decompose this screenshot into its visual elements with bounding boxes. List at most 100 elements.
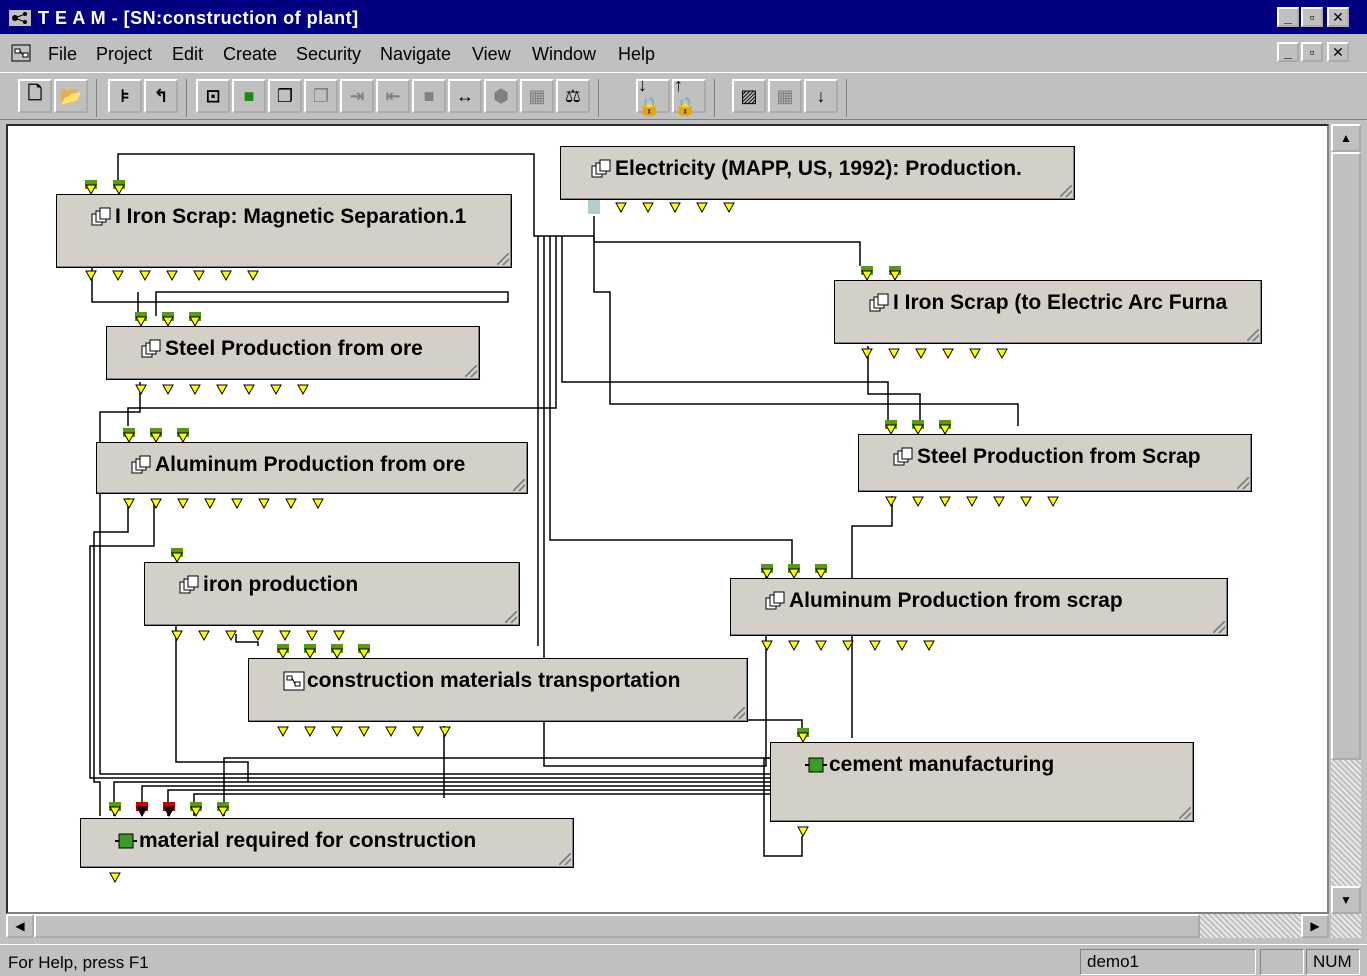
- flow-port-icon[interactable]: [938, 492, 952, 510]
- node-steel-production-scrap[interactable]: Steel Production from Scrap: [858, 434, 1252, 492]
- flow-port-icon[interactable]: [814, 564, 828, 582]
- flow-port-icon[interactable]: [787, 636, 801, 654]
- node-aluminum-production-ore[interactable]: Aluminum Production from ore: [96, 442, 528, 494]
- new-icon[interactable]: 🗋: [18, 79, 52, 113]
- flow-port-icon[interactable]: [992, 492, 1006, 510]
- flow-port-icon[interactable]: [219, 266, 233, 284]
- error-port-icon[interactable]: [135, 802, 149, 820]
- node-cement-manufacturing[interactable]: cement manufacturing: [770, 742, 1194, 822]
- node-electricity[interactable]: Electricity (MAPP, US, 1992): Production…: [560, 146, 1075, 200]
- span-icon[interactable]: ↔: [448, 79, 482, 113]
- flow-port-icon[interactable]: [641, 198, 655, 216]
- flow-port-icon[interactable]: [134, 312, 148, 330]
- flow-port-icon[interactable]: [695, 198, 709, 216]
- flow-port-icon[interactable]: [176, 428, 190, 446]
- flow-port-icon[interactable]: [84, 180, 98, 198]
- flow-port-icon[interactable]: [251, 626, 265, 644]
- flow-port-icon[interactable]: [860, 266, 874, 284]
- resize-grip[interactable]: [497, 253, 509, 265]
- menu-view[interactable]: View: [472, 44, 511, 65]
- input-arrow-icon[interactable]: ⇥: [340, 79, 374, 113]
- flow-port-icon[interactable]: [1046, 492, 1060, 510]
- resize-grip[interactable]: [1237, 477, 1249, 489]
- vertical-scroll-track[interactable]: [1331, 760, 1361, 886]
- vertical-scroll-thumb[interactable]: [1331, 152, 1361, 760]
- resize-grip[interactable]: [1247, 329, 1259, 341]
- flow-port-icon[interactable]: [176, 494, 190, 512]
- flow-port-icon[interactable]: [257, 494, 271, 512]
- error-port-icon[interactable]: [162, 802, 176, 820]
- flow-port-icon[interactable]: [149, 494, 163, 512]
- scroll-up-icon[interactable]: ▲: [1331, 124, 1361, 152]
- flow-port-icon[interactable]: [332, 626, 346, 644]
- flow-port-icon[interactable]: [203, 494, 217, 512]
- flow-port-icon[interactable]: [84, 266, 98, 284]
- resize-grip[interactable]: [559, 853, 571, 865]
- flow-port-icon[interactable]: [189, 802, 203, 820]
- doc-restore-button[interactable]: ▫: [1301, 42, 1323, 62]
- flow-port-icon[interactable]: [411, 722, 425, 740]
- resize-grip[interactable]: [733, 707, 745, 719]
- flow-port-icon[interactable]: [149, 428, 163, 446]
- horizontal-scroll-thumb[interactable]: [34, 914, 1200, 938]
- menu-navigate[interactable]: Navigate: [380, 44, 451, 65]
- flow-port-icon[interactable]: [303, 644, 317, 662]
- flow-port-icon[interactable]: [276, 644, 290, 662]
- flow-port-icon[interactable]: [242, 380, 256, 398]
- stack-icon[interactable]: ❐: [268, 79, 302, 113]
- flow-port-icon[interactable]: [122, 494, 136, 512]
- close-button[interactable]: ✕: [1327, 7, 1349, 27]
- maximize-button[interactable]: ▫: [1301, 7, 1323, 27]
- vertical-scrollbar[interactable]: ▲ ▼: [1331, 124, 1361, 914]
- flow-port-icon[interactable]: [278, 626, 292, 644]
- flow-port-icon[interactable]: [796, 728, 810, 746]
- flow-port-icon[interactable]: [938, 420, 952, 438]
- flow-port-icon[interactable]: [303, 722, 317, 740]
- lock-down-icon[interactable]: ↓🔒: [636, 75, 670, 116]
- flow-port-icon[interactable]: [311, 494, 325, 512]
- balance-icon[interactable]: ⚖: [556, 79, 590, 113]
- menu-window[interactable]: Window: [532, 44, 596, 65]
- scroll-down-icon[interactable]: ▼: [1331, 886, 1361, 914]
- flow-port-icon[interactable]: [284, 494, 298, 512]
- open-icon[interactable]: 📂: [54, 79, 88, 113]
- flow-port-icon[interactable]: [887, 344, 901, 362]
- flow-port-icon[interactable]: [888, 266, 902, 284]
- resize-grip[interactable]: [465, 365, 477, 377]
- team-app-icon[interactable]: [8, 8, 32, 28]
- flow-port-icon[interactable]: [965, 492, 979, 510]
- flow-port-icon[interactable]: [941, 344, 955, 362]
- flow-port-icon[interactable]: [922, 636, 936, 654]
- chart-icon[interactable]: ▨: [732, 79, 766, 113]
- process-canvas[interactable]: Electricity (MAPP, US, 1992): Production…: [6, 124, 1329, 914]
- node-iron-production[interactable]: iron production: [144, 562, 520, 626]
- flow-port-icon[interactable]: [192, 266, 206, 284]
- flow-port-icon[interactable]: [868, 636, 882, 654]
- scroll-right-icon[interactable]: ▶: [1301, 914, 1329, 938]
- flow-port-icon[interactable]: [911, 420, 925, 438]
- flow-port-icon[interactable]: [170, 548, 184, 566]
- node-construction-materials-transportation[interactable]: construction materials transportation: [248, 658, 748, 722]
- flow-port-icon[interactable]: [276, 722, 290, 740]
- back-arrow-icon[interactable]: ↰: [144, 79, 178, 113]
- flow-port-icon[interactable]: [296, 380, 310, 398]
- flow-port-icon[interactable]: [614, 198, 628, 216]
- flow-port-icon[interactable]: [134, 380, 148, 398]
- flow-port-icon[interactable]: [330, 644, 344, 662]
- flow-port-icon[interactable]: [760, 636, 774, 654]
- flow-port-icon[interactable]: [170, 626, 184, 644]
- resize-grip[interactable]: [513, 479, 525, 491]
- flow-port-icon[interactable]: [884, 492, 898, 510]
- resize-grip[interactable]: [1060, 185, 1072, 197]
- menu-file[interactable]: File: [48, 44, 77, 65]
- stack-disabled-icon[interactable]: ❐: [304, 79, 338, 113]
- node-material-required-for-construction[interactable]: material required for construction: [80, 818, 574, 868]
- lock-up-icon[interactable]: ↑🔒: [672, 75, 706, 116]
- flow-port-icon[interactable]: [246, 266, 260, 284]
- node-iron-scrap-electric-arc-furnace[interactable]: I Iron Scrap (to Electric Arc Furna: [834, 280, 1262, 344]
- flow-port-icon[interactable]: [814, 636, 828, 654]
- flow-port-icon[interactable]: [161, 312, 175, 330]
- resize-grip[interactable]: [505, 611, 517, 623]
- flow-port-icon[interactable]: [224, 626, 238, 644]
- output-arrow-icon[interactable]: ⇤: [376, 79, 410, 113]
